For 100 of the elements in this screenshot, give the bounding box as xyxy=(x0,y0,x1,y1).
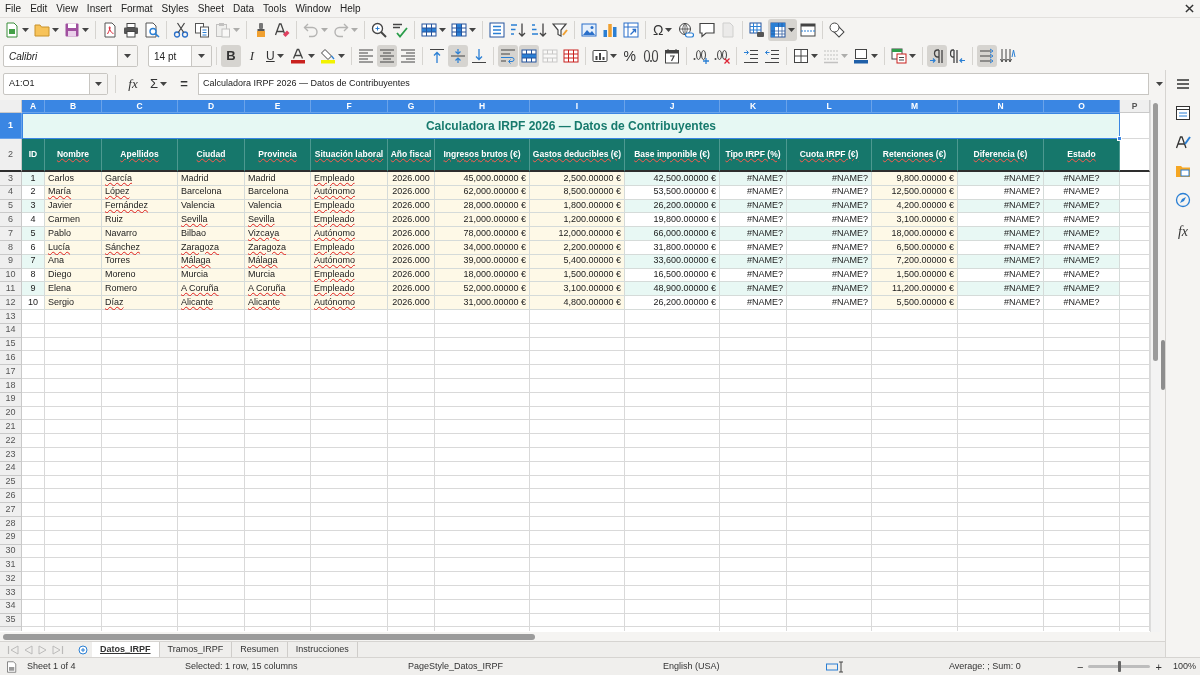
eraser-icon xyxy=(274,22,290,38)
merge-center-button[interactable] xyxy=(518,45,539,67)
table-cell: Carlos xyxy=(45,172,102,186)
caret-icon xyxy=(198,54,205,58)
column-header[interactable]: A xyxy=(22,100,45,113)
menu-item[interactable]: Sheet xyxy=(197,1,224,16)
column-header[interactable]: P xyxy=(1120,100,1150,113)
bar-chart-icon xyxy=(602,22,618,38)
table-cell: 21,000.00000 € xyxy=(435,213,530,228)
vertical-scrollbar[interactable] xyxy=(1150,100,1160,632)
functions-button[interactable]: fx xyxy=(1173,220,1193,242)
sort-button[interactable] xyxy=(487,19,507,41)
column-header[interactable]: D xyxy=(178,100,245,113)
percent-button[interactable]: % xyxy=(619,45,640,67)
image-icon xyxy=(581,22,597,38)
menu-item[interactable]: View xyxy=(56,1,78,16)
table-cell: #NAME? xyxy=(958,296,1044,310)
font-name-combobox[interactable]: Calibri xyxy=(3,45,138,67)
print-preview-button[interactable] xyxy=(142,19,162,41)
column-header[interactable]: C xyxy=(102,100,178,113)
table-cell: #NAME? xyxy=(720,227,787,241)
table-cell: 26,200.00000 € xyxy=(625,296,720,310)
italic-button[interactable]: I xyxy=(242,45,262,67)
menu-item[interactable]: Insert xyxy=(86,1,112,16)
menu-item[interactable]: Window xyxy=(295,1,331,16)
column-header[interactable]: F xyxy=(311,100,388,113)
dropdown-button[interactable] xyxy=(191,46,211,66)
column-header[interactable]: E xyxy=(245,100,311,113)
row-header[interactable]: 31 xyxy=(0,558,22,573)
column-header[interactable]: H xyxy=(435,100,530,113)
zoom-in-button[interactable]: + xyxy=(1155,660,1162,673)
properties-button[interactable] xyxy=(1174,104,1192,122)
table-cell: Autónomo xyxy=(311,227,388,241)
fill-handle[interactable] xyxy=(1117,136,1122,141)
close-button[interactable] xyxy=(1183,1,1196,16)
row-header[interactable]: 12 xyxy=(0,296,22,310)
formula-button[interactable]: = xyxy=(174,73,195,95)
slider-thumb[interactable] xyxy=(1117,661,1121,672)
underline-button[interactable]: U xyxy=(263,45,287,67)
name-box[interactable]: A1:O1 xyxy=(3,73,108,95)
formula-input[interactable]: Calculadora IRPF 2026 — Datos de Contribuyentes xyxy=(198,73,1149,95)
scrollbar-thumb[interactable] xyxy=(1153,103,1158,361)
sum-button[interactable]: Σ xyxy=(147,73,171,95)
menu-item[interactable]: Help xyxy=(340,1,361,16)
menu-item[interactable]: File xyxy=(5,1,22,16)
row-header[interactable]: 1 xyxy=(0,113,22,139)
row-header[interactable]: 7 xyxy=(0,227,22,241)
zoom-out-button[interactable]: − xyxy=(1077,660,1084,673)
row-header[interactable]: 32 xyxy=(0,572,22,586)
row-header[interactable]: 11 xyxy=(0,282,22,297)
row-header[interactable]: 16 xyxy=(0,351,22,366)
column-header[interactable]: L xyxy=(787,100,872,113)
font-size-combobox[interactable]: 14 pt xyxy=(148,45,212,67)
table-cell: #NAME? xyxy=(1044,296,1120,310)
text-horizontal-button[interactable] xyxy=(976,45,997,67)
column-header[interactable]: I xyxy=(530,100,625,113)
row-header[interactable]: 22 xyxy=(0,434,22,448)
function-wizard-button[interactable]: fx xyxy=(123,73,143,95)
navigator-button[interactable] xyxy=(1174,191,1192,209)
selection-mode-icon[interactable] xyxy=(825,660,845,673)
scrollbar-thumb[interactable] xyxy=(3,633,535,640)
resize-handle[interactable] xyxy=(1160,340,1165,390)
freeze-panes-button[interactable] xyxy=(768,19,798,41)
column-header[interactable]: B xyxy=(45,100,102,113)
row-header[interactable]: 3 xyxy=(0,172,22,186)
row-header[interactable]: 2 xyxy=(0,139,22,172)
wrap-text-button[interactable] xyxy=(497,45,518,67)
column-header[interactable]: G xyxy=(388,100,435,113)
sheet-tab[interactable]: Datos_IRPF xyxy=(92,642,160,657)
row-header[interactable]: 26 xyxy=(0,489,22,504)
special-character-button[interactable]: Ω xyxy=(650,19,676,41)
spellcheck-icon xyxy=(392,22,408,38)
styles-button[interactable] xyxy=(1174,133,1192,151)
menu-item[interactable]: Format xyxy=(120,1,153,16)
sort-ascending-icon xyxy=(510,22,526,38)
caret-icon xyxy=(351,28,358,32)
menu-item[interactable]: Styles xyxy=(161,1,189,16)
left-to-right-button[interactable] xyxy=(926,45,947,67)
menu-item[interactable]: Tools xyxy=(263,1,287,16)
dropdown-button[interactable] xyxy=(89,74,107,94)
table-cell: #NAME? xyxy=(787,282,872,297)
conditional-format-button[interactable] xyxy=(888,45,918,67)
row-header[interactable]: 6 xyxy=(0,213,22,228)
menu-item[interactable]: Edit xyxy=(30,1,48,16)
column-header[interactable]: M xyxy=(872,100,958,113)
menu-item[interactable]: Data xyxy=(232,1,255,16)
column-header[interactable]: K xyxy=(720,100,787,113)
dropdown-button[interactable] xyxy=(117,46,137,66)
bold-button[interactable]: B xyxy=(221,45,241,67)
column-header[interactable]: J xyxy=(625,100,720,113)
column-header[interactable]: N xyxy=(958,100,1044,113)
pilcrow-left-arrow-icon xyxy=(949,48,966,64)
clipboard-icon xyxy=(215,22,231,38)
add-sheet-button[interactable] xyxy=(76,642,90,657)
column-header[interactable]: O xyxy=(1044,100,1120,113)
row-header[interactable]: 17 xyxy=(0,365,22,379)
border-style-icon xyxy=(822,48,839,64)
row-header[interactable]: 21 xyxy=(0,420,22,435)
wrap-text-icon xyxy=(499,48,516,64)
row-header[interactable]: 27 xyxy=(0,503,22,517)
